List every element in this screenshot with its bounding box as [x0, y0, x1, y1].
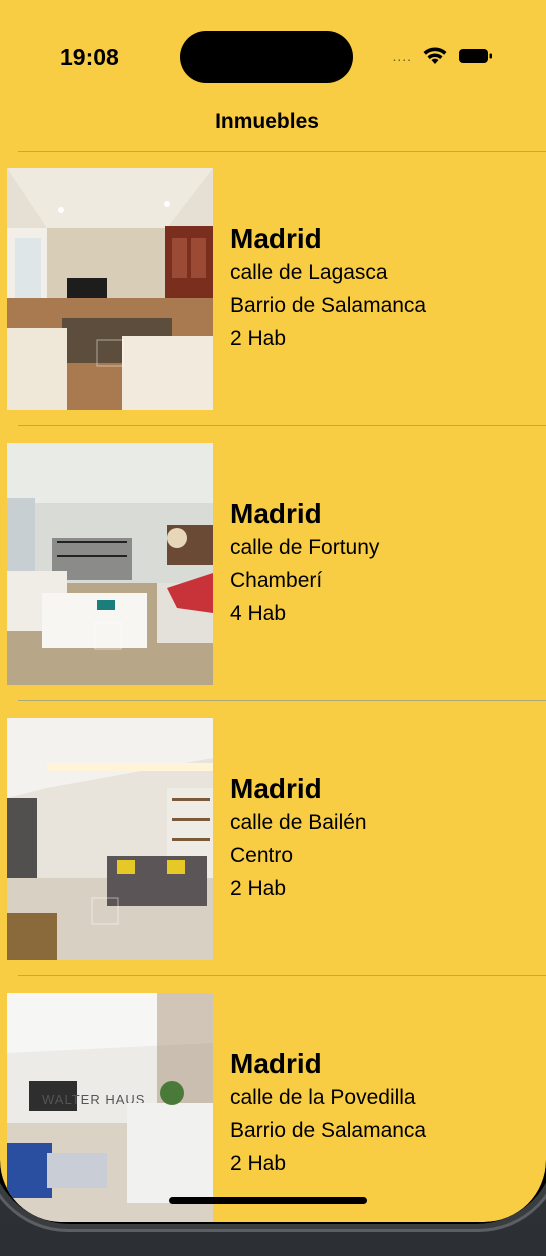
- listing-text: Madrid calle de Bailén Centro 2 Hab: [230, 772, 367, 905]
- row-separator: [18, 700, 546, 701]
- listing-city: Madrid: [230, 498, 322, 529]
- listing-district: Barrio de Salamanca: [230, 1119, 427, 1142]
- listing-district: Chamberí: [230, 569, 323, 592]
- listing-city: Madrid: [230, 223, 322, 254]
- status-icons: ....: [392, 46, 494, 66]
- listing-photo: [7, 718, 213, 960]
- row-separator: [18, 425, 546, 426]
- listing-text: Madrid calle de Lagasca Barrio de Salama…: [230, 222, 426, 355]
- listing-text: Madrid calle de la Povedilla Barrio de S…: [230, 1047, 426, 1180]
- listing-photo: [7, 168, 213, 410]
- listing-rooms: 2 Hab: [230, 1152, 287, 1175]
- status-time: 19:08: [60, 44, 119, 70]
- nav-title: Inmuebles: [215, 110, 319, 133]
- signal-dots-icon: ....: [392, 48, 412, 64]
- home-indicator[interactable]: [169, 1197, 367, 1204]
- listing-photo: WALTER HAUS: [7, 993, 213, 1222]
- listing-rooms: 2 Hab: [230, 327, 287, 350]
- listing-row[interactable]: WALTER HAUS Madrid calle de la Povedilla…: [0, 993, 546, 1222]
- separator-top: [18, 151, 546, 152]
- listing-city: Madrid: [230, 1048, 322, 1079]
- listing-street: calle de Fortuny: [230, 536, 380, 559]
- dynamic-island: [180, 31, 353, 83]
- listing-rooms: 2 Hab: [230, 877, 287, 900]
- listing-street: calle de la Povedilla: [230, 1086, 416, 1109]
- listing-district: Centro: [230, 844, 294, 867]
- listing-district: Barrio de Salamanca: [230, 294, 427, 317]
- listing-street: calle de Bailén: [230, 811, 367, 834]
- listing-rooms: 4 Hab: [230, 602, 287, 625]
- listing-text: Madrid calle de Fortuny Chamberí 4 Hab: [230, 497, 379, 630]
- app-screen: 19:08 .... Inmuebles Madrid calle de Lag…: [0, 0, 546, 1222]
- listing-city: Madrid: [230, 773, 322, 804]
- listing-row[interactable]: Madrid calle de Lagasca Barrio de Salama…: [0, 168, 546, 412]
- listing-row[interactable]: Madrid calle de Fortuny Chamberí 4 Hab: [0, 443, 546, 687]
- row-separator: [18, 975, 546, 976]
- listing-street: calle de Lagasca: [230, 261, 388, 284]
- listing-photo: [7, 443, 213, 685]
- battery-icon: [459, 49, 492, 63]
- listing-row[interactable]: Madrid calle de Bailén Centro 2 Hab: [0, 718, 546, 962]
- wifi-icon: [423, 47, 447, 64]
